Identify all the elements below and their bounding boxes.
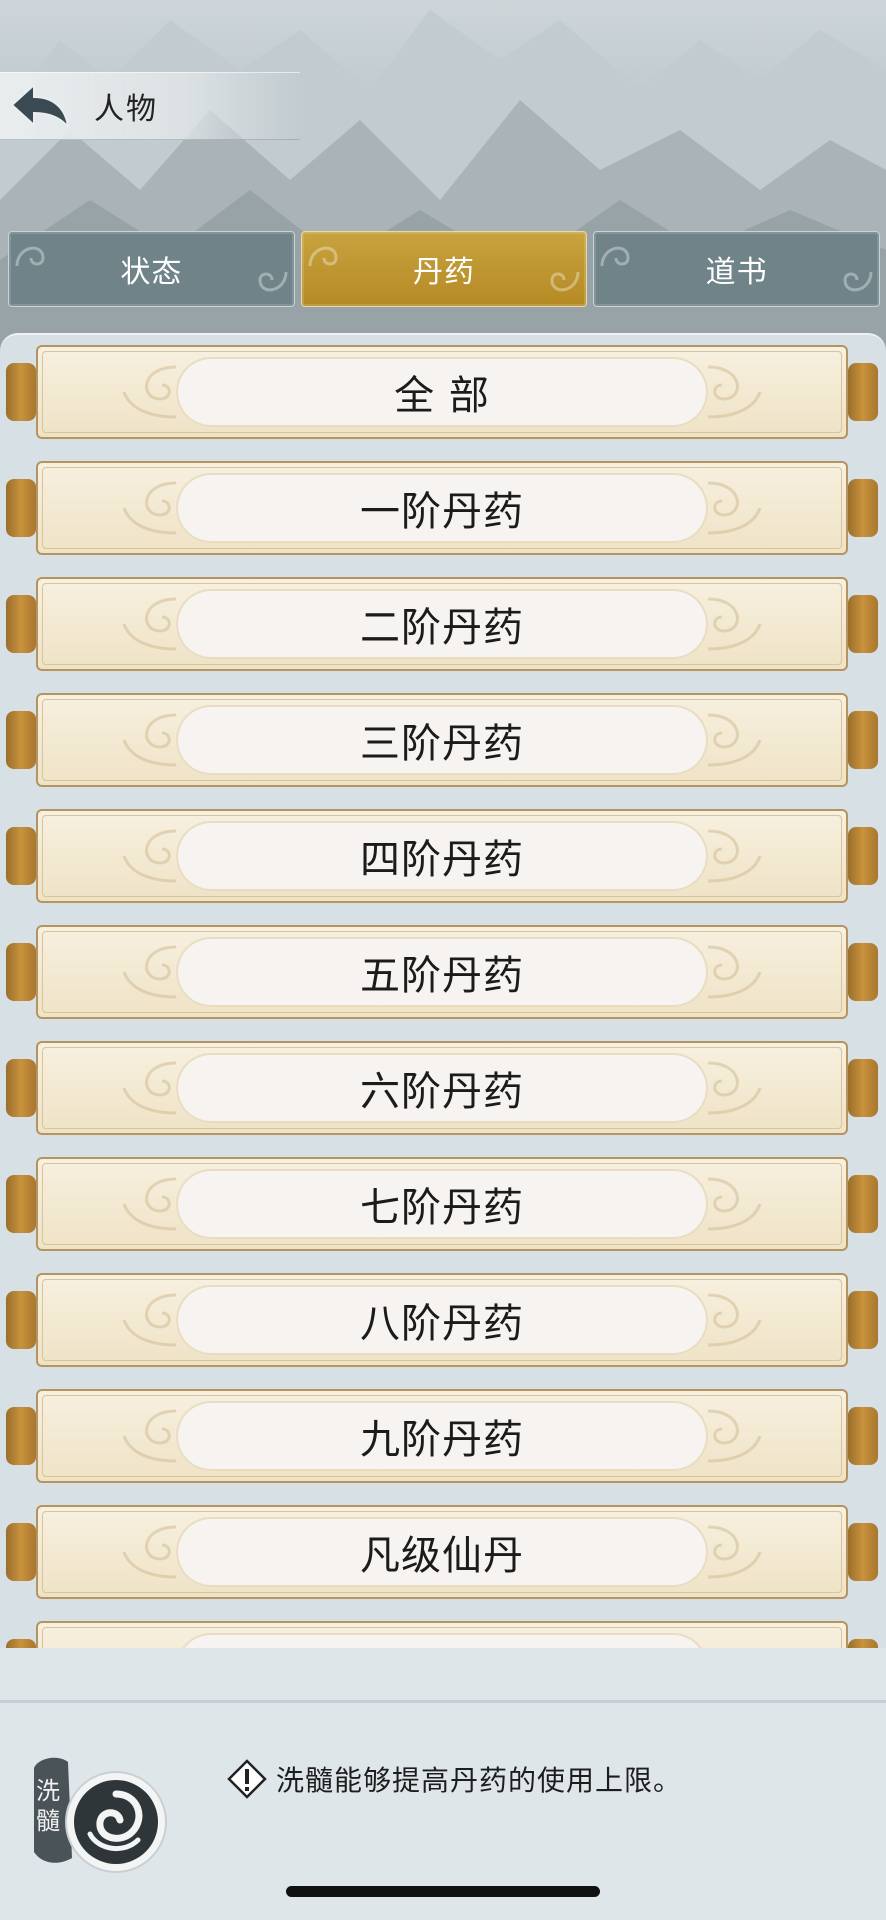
scroll-roller	[6, 827, 36, 885]
pill-category-list[interactable]: 全 部 一阶丹药 二阶丹药 三阶丹药 四阶丹药 五阶丹药 六阶丹药 七阶丹药 八…	[0, 333, 886, 1650]
cloud-ornament-icon	[122, 1293, 177, 1347]
list-item[interactable]: 凡级仙丹	[6, 1505, 878, 1599]
scroll-roller	[6, 595, 36, 653]
cloud-ornament-icon	[122, 945, 177, 999]
list-item-label: 全 部	[176, 357, 708, 427]
list-item-label: 二阶丹药	[176, 589, 708, 659]
cloud-ornament-icon	[707, 1293, 762, 1347]
scroll-roller	[848, 943, 878, 1001]
cloud-ornament-icon	[122, 1409, 177, 1463]
scroll-roller	[6, 1523, 36, 1581]
divider	[0, 1700, 886, 1703]
list-item[interactable]	[6, 1621, 878, 1650]
scroll-roller	[6, 1059, 36, 1117]
list-item-label: 三阶丹药	[176, 705, 708, 775]
scroll-roller	[848, 1175, 878, 1233]
scroll-roller	[6, 479, 36, 537]
list-item[interactable]: 五阶丹药	[6, 925, 878, 1019]
cloud-corner-icon	[15, 246, 45, 267]
list-item-label: 一阶丹药	[176, 473, 708, 543]
cloud-ornament-icon	[707, 1061, 762, 1115]
tab-label: 道书	[705, 255, 768, 290]
warning-icon	[227, 1759, 267, 1799]
scroll-roller	[6, 1291, 36, 1349]
cloud-ornament-icon	[707, 1177, 762, 1231]
cloud-ornament-icon	[707, 597, 762, 651]
list-item-label: 五阶丹药	[176, 937, 708, 1007]
list-item-label: 七阶丹药	[176, 1169, 708, 1239]
page-title: 人物	[94, 92, 158, 127]
back-arrow-icon	[10, 82, 70, 131]
list-item-label: 九阶丹药	[176, 1401, 708, 1471]
top-bar: 人物	[0, 72, 300, 140]
tab-label: 丹药	[413, 255, 475, 290]
cloud-ornament-icon	[707, 713, 762, 767]
tab-daoshu[interactable]: 道书	[593, 231, 881, 307]
cloud-ornament-icon	[707, 1409, 762, 1463]
list-item[interactable]: 全 部	[6, 345, 878, 439]
scroll-roller	[6, 1407, 36, 1465]
list-item-label: 六阶丹药	[176, 1053, 708, 1123]
cloud-ornament-icon	[122, 481, 177, 535]
list-item-label: 凡级仙丹	[176, 1517, 708, 1587]
list-item[interactable]: 二阶丹药	[6, 577, 878, 671]
cloud-ornament-icon	[122, 713, 177, 767]
tab-pills[interactable]: 丹药	[300, 231, 588, 307]
list-item[interactable]: 八阶丹药	[6, 1273, 878, 1367]
cloud-ornament-icon	[707, 365, 762, 419]
scroll-roller	[6, 1175, 36, 1233]
cloud-corner-icon	[843, 271, 873, 292]
cloud-ornament-icon	[707, 945, 762, 999]
cloud-ornament-icon	[707, 1525, 762, 1579]
back-button[interactable]	[0, 73, 80, 139]
cloud-corner-icon	[258, 271, 288, 292]
list-item[interactable]: 一阶丹药	[6, 461, 878, 555]
cloud-corner-icon	[308, 246, 338, 267]
scroll-roller	[848, 479, 878, 537]
cloud-ornament-icon	[707, 829, 762, 883]
cloud-ornament-icon	[707, 481, 762, 535]
tab-label: 状态	[120, 255, 183, 290]
scroll-roller	[848, 827, 878, 885]
cloud-ornament-icon	[122, 1061, 177, 1115]
cloud-ornament-icon	[122, 365, 177, 419]
scroll-roller	[6, 363, 36, 421]
scroll-roller	[848, 595, 878, 653]
scroll-roller	[6, 711, 36, 769]
cloud-ornament-icon	[122, 1177, 177, 1231]
list-item[interactable]: 九阶丹药	[6, 1389, 878, 1483]
scroll-roller	[848, 711, 878, 769]
cloud-corner-icon	[550, 271, 580, 292]
list-item-label: 八阶丹药	[176, 1285, 708, 1355]
bottom-bar: 洗髓 洗髓能够提高丹药的使用上限。	[0, 1648, 886, 1920]
list-item[interactable]: 六阶丹药	[6, 1041, 878, 1135]
scroll-roller	[848, 363, 878, 421]
list-item[interactable]: 七阶丹药	[6, 1157, 878, 1251]
cloud-ornament-icon	[122, 597, 177, 651]
scroll-roller	[6, 943, 36, 1001]
cloud-ornament-icon	[122, 1525, 177, 1579]
cloud-corner-icon	[600, 246, 630, 267]
tab-bar: 状态 丹药 道书	[8, 231, 881, 307]
scroll-roller	[848, 1291, 878, 1349]
scroll-roller	[848, 1407, 878, 1465]
wash-marrow-button[interactable]: 洗髓	[28, 1748, 168, 1888]
home-indicator[interactable]	[286, 1886, 600, 1897]
tab-status[interactable]: 状态	[8, 231, 295, 307]
hint-row: 洗髓能够提高丹药的使用上限。	[226, 1758, 682, 1800]
wash-marrow-label: 洗髓	[36, 1777, 60, 1835]
scroll-roller	[848, 1523, 878, 1581]
cloud-ornament-icon	[122, 829, 177, 883]
list-item[interactable]: 三阶丹药	[6, 693, 878, 787]
hint-text: 洗髓能够提高丹药的使用上限。	[276, 1764, 683, 1797]
scroll-roller	[848, 1059, 878, 1117]
list-item[interactable]: 四阶丹药	[6, 809, 878, 903]
list-item-label: 四阶丹药	[176, 821, 708, 891]
